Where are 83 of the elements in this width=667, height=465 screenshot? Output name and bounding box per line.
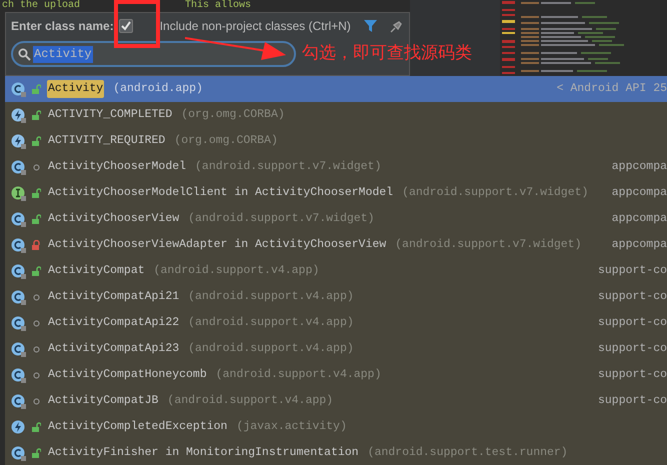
library-name: support-co <box>598 393 667 410</box>
package-name: (android.support.v4.app) <box>167 393 334 410</box>
result-row[interactable]: Activity (android.app) < Android API 25 <box>5 76 667 102</box>
lightning-icon <box>11 420 26 434</box>
package-name: (javax.activity) <box>236 419 347 436</box>
class-icon <box>11 368 26 382</box>
package-name: (android.support.v7.widget) <box>188 211 374 228</box>
package-name: (android.support.v7.widget) <box>395 237 582 254</box>
include-checkbox[interactable] <box>118 19 133 33</box>
lightning-icon <box>11 134 26 148</box>
library-name: support-co <box>598 263 667 280</box>
search-icon <box>18 48 31 60</box>
package-name: (android.support.test.runner) <box>368 445 568 462</box>
class-icon <box>11 394 26 408</box>
class-name: ActivityCompatHoneycomb <box>48 367 207 384</box>
class-name: ActivityCompat <box>48 263 145 280</box>
library-name: appcompa <box>612 159 667 176</box>
library-name: appcompa <box>612 237 667 254</box>
class-name: ACTIVITY_REQUIRED <box>48 133 166 150</box>
package-name: (org.omg.CORBA) <box>181 107 285 124</box>
library-name: appcompa <box>612 211 667 228</box>
result-row[interactable]: ActivityCompat (android.support.v4.app) support-co <box>5 258 667 284</box>
class-name: ActivityCompatApi21 <box>48 289 180 306</box>
code-text: This allows <box>185 0 252 12</box>
result-row[interactable]: ActivityCompatApi22 (android.support.v4.app) support-co <box>5 310 667 336</box>
search-value: Activity <box>33 46 93 62</box>
code-text: ch the upload <box>2 0 80 12</box>
package-name: (android.support.v4.app) <box>188 315 354 332</box>
interface-icon <box>11 186 26 200</box>
library-name: appcompa <box>612 185 667 202</box>
class-icon <box>11 290 26 304</box>
class-name: ActivityFinisher in MonitoringInstrumentation <box>48 445 359 462</box>
class-icon <box>11 160 26 174</box>
filter-icon[interactable] <box>364 20 377 32</box>
class-icon <box>11 342 26 356</box>
package-name: (android.support.v4.app) <box>188 341 354 358</box>
result-row[interactable]: ActivityFinisher in MonitoringInstrumentation (android.support.test.runner) <box>5 440 667 465</box>
result-row[interactable]: ACTIVITY_COMPLETED (org.omg.CORBA) <box>5 102 667 128</box>
popup-title: Enter class name: <box>11 18 114 35</box>
package-name: (android.support.v4.app) <box>216 367 382 384</box>
result-row[interactable]: ActivityCompletedException (javax.activity) <box>5 414 667 440</box>
package-name: (android.support.v4.app) <box>154 263 320 280</box>
result-row[interactable]: ACTIVITY_REQUIRED (org.omg.CORBA) <box>5 128 667 154</box>
result-row[interactable]: ActivityChooserModelClient in ActivityChooserModel (android.support.v7.widget) appcompa <box>5 180 667 206</box>
class-name: ActivityChooserView <box>48 211 180 228</box>
class-icon <box>11 212 26 226</box>
class-name: ActivityCompletedException <box>48 419 228 436</box>
result-row[interactable]: ActivityChooserViewAdapter in ActivityChooserView (android.support.v7.widget) appcompa <box>5 232 667 258</box>
annotation-text: 勾选，即可查找源码类 <box>302 42 472 64</box>
class-icon <box>11 264 26 278</box>
package-name: (android.app) <box>113 81 203 98</box>
result-row[interactable]: ActivityChooserView (android.support.v7.widget) appcompa <box>5 206 667 232</box>
library-name: support-co <box>598 289 667 306</box>
annotation-box <box>114 0 160 48</box>
class-icon <box>11 238 26 252</box>
class-icon <box>11 316 26 330</box>
pin-icon[interactable] <box>390 20 403 32</box>
class-name: ActivityCompatJB <box>48 393 158 410</box>
class-name: ActivityChooserModel <box>48 159 186 176</box>
result-row[interactable]: ActivityCompatApi21 (android.support.v4.app) support-co <box>5 284 667 310</box>
include-label[interactable]: Include non-project classes (Ctrl+N) <box>160 17 351 35</box>
check-icon <box>120 21 131 31</box>
library-name: support-co <box>598 367 667 384</box>
class-icon <box>11 82 26 96</box>
library-name: < Android API 25 <box>556 81 667 98</box>
class-name: Activity <box>47 80 104 98</box>
package-name: (android.support.v7.widget) <box>195 159 382 176</box>
package-name: (android.support.v7.widget) <box>402 185 588 202</box>
class-name: ActivityChooserViewAdapter in ActivityChooserView <box>48 237 386 254</box>
class-icon <box>11 446 26 460</box>
result-row[interactable]: ActivityCompatHoneycomb (android.support.v4.app) support-co <box>5 362 667 388</box>
class-name: ActivityCompatApi22 <box>48 315 180 332</box>
lightning-icon <box>11 108 26 122</box>
result-row[interactable]: ActivityCompatJB (android.support.v4.app) support-co <box>5 388 667 414</box>
library-name: support-co <box>598 341 667 358</box>
class-name: ActivityCompatApi23 <box>48 341 180 358</box>
result-row[interactable]: ActivityChooserModel (android.support.v7.widget) appcompa <box>5 154 667 180</box>
library-name: support-co <box>598 315 667 332</box>
result-row[interactable]: ActivityCompatApi23 (android.support.v4.app) support-co <box>5 336 667 362</box>
class-name: ActivityChooserModelClient in ActivityChooserModel <box>48 185 394 202</box>
package-name: (org.omg.CORBA) <box>174 133 278 150</box>
package-name: (android.support.v4.app) <box>188 289 354 306</box>
class-name: ACTIVITY_COMPLETED <box>48 107 172 124</box>
